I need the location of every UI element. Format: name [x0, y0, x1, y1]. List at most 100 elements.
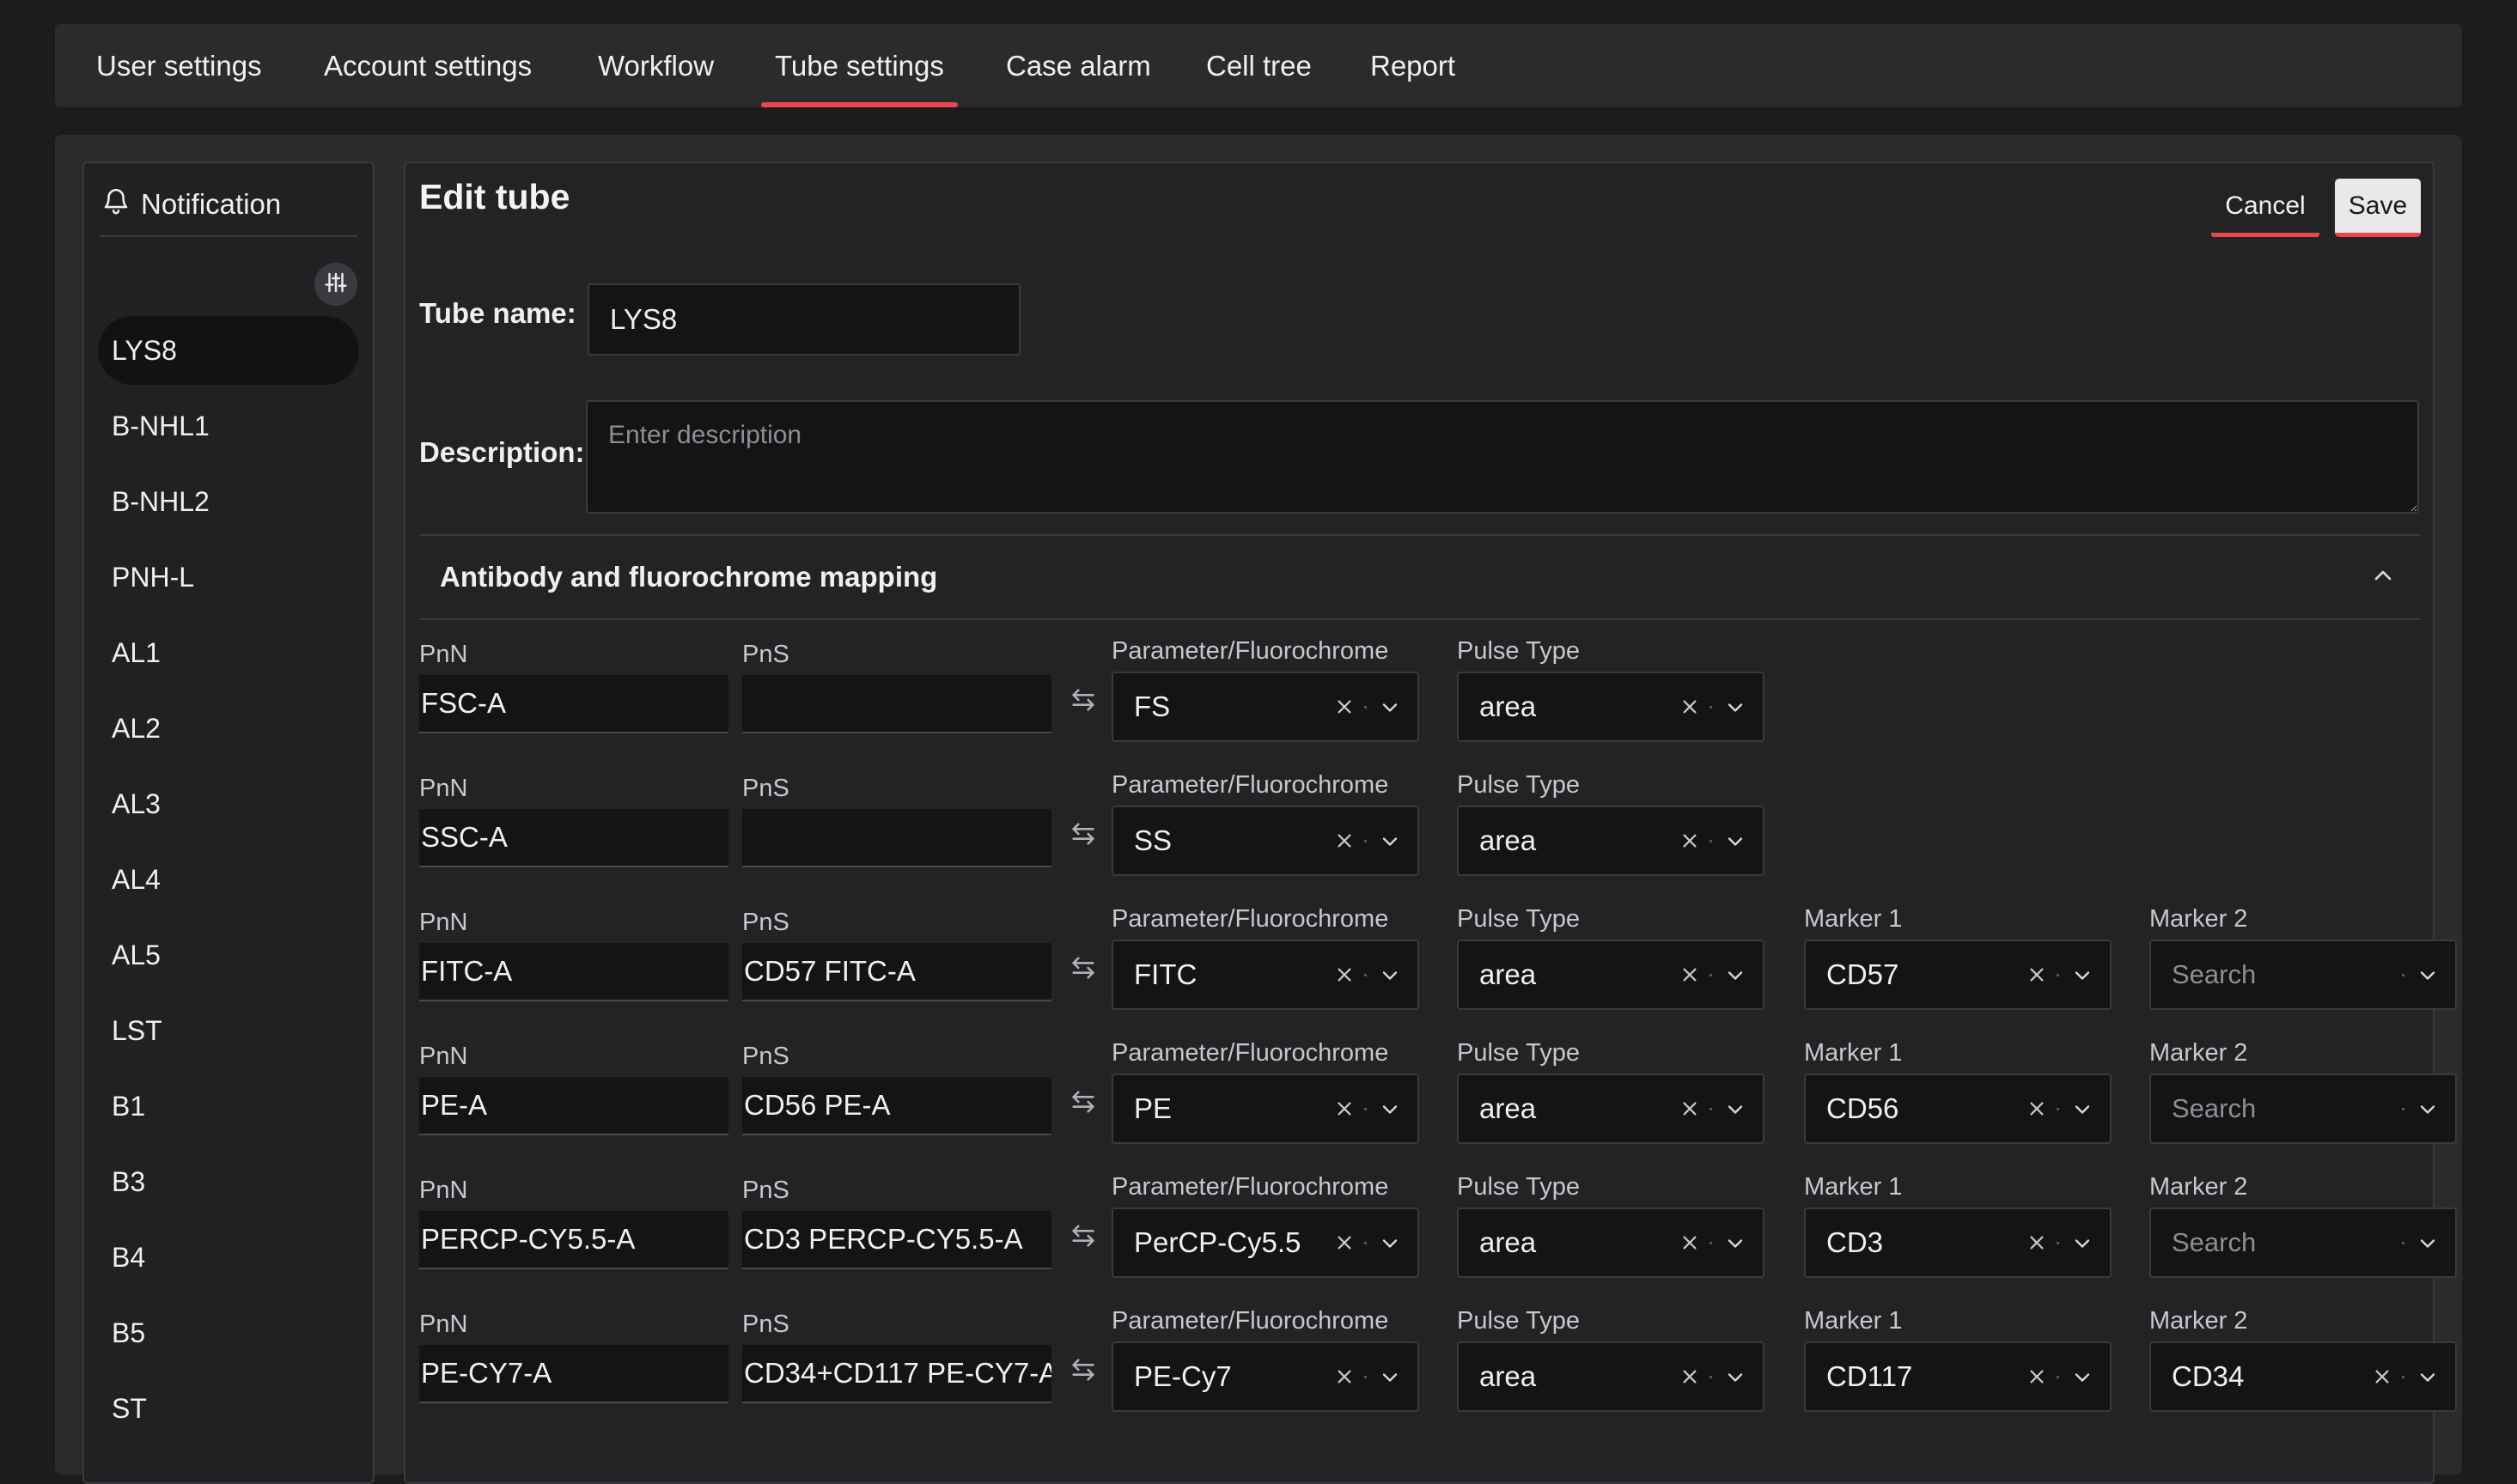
pns-input[interactable]: CD3 PERCP-CY5.5-A — [742, 1211, 1051, 1269]
parameter-label: Parameter/Fluorochrome — [1112, 637, 1389, 665]
marker2-select[interactable]: CD34 — [2149, 1341, 2457, 1412]
select-separator — [1709, 1108, 1712, 1110]
pulse-type-label: Pulse Type — [1457, 1039, 1580, 1067]
tube-item[interactable]: B3 — [98, 1147, 359, 1216]
cancel-button[interactable]: Cancel — [2211, 179, 2319, 237]
tube-item[interactable]: B1 — [98, 1072, 359, 1140]
description-input[interactable] — [586, 400, 2419, 514]
marker1-select[interactable]: CD57 — [1804, 940, 2112, 1010]
pulse-type-value: area — [1479, 1360, 1537, 1392]
marker2-label: Marker 2 — [2149, 1307, 2248, 1335]
tube-item[interactable]: ST — [98, 1374, 359, 1443]
marker1-label: Marker 1 — [1804, 1039, 1903, 1067]
parameter-select[interactable]: SS — [1112, 806, 1419, 876]
tube-item[interactable]: AL1 — [98, 618, 359, 687]
tube-item[interactable]: B-NHL1 — [98, 392, 359, 460]
tube-item[interactable]: LYS8 — [98, 316, 359, 385]
tube-item[interactable]: AL5 — [98, 921, 359, 989]
sliders-icon — [323, 270, 349, 300]
pnn-input[interactable]: FITC-A — [419, 943, 728, 1001]
parameter-select[interactable]: PerCP-Cy5.5 — [1112, 1207, 1419, 1278]
pnn-input[interactable]: PE-CY7-A — [419, 1345, 728, 1403]
tube-item[interactable]: B-NHL2 — [98, 467, 359, 536]
pnn-label: PnN — [419, 1311, 468, 1338]
pns-label: PnS — [742, 1311, 789, 1338]
pulse-type-value: area — [1479, 824, 1537, 856]
tab-account-settings[interactable]: Account settings — [324, 24, 532, 107]
pulse-type-label: Pulse Type — [1457, 1307, 1580, 1335]
marker2-select[interactable]: Search — [2149, 940, 2457, 1010]
marker1-label: Marker 1 — [1804, 1173, 1903, 1201]
notification-button[interactable]: Notification — [101, 184, 281, 225]
tube-name-label: Tube name: — [419, 297, 576, 329]
tube-item[interactable]: B5 — [98, 1298, 359, 1367]
parameter-value: PE-Cy7 — [1134, 1360, 1232, 1392]
pulse-type-select[interactable]: area — [1457, 940, 1764, 1010]
parameter-select[interactable]: FS — [1112, 672, 1419, 742]
tube-item[interactable]: AL4 — [98, 845, 359, 914]
marker1-value: CD117 — [1826, 1360, 1913, 1392]
parameter-value: FITC — [1134, 958, 1198, 990]
pnn-label: PnN — [419, 1177, 468, 1204]
pulse-type-select[interactable]: area — [1457, 1341, 1764, 1412]
parameter-label: Parameter/Fluorochrome — [1112, 1307, 1389, 1335]
tab-user-settings[interactable]: User settings — [96, 24, 262, 107]
pulse-type-label: Pulse Type — [1457, 1173, 1580, 1201]
top-nav: User settings Account settings Workflow … — [55, 24, 2462, 107]
parameter-select[interactable]: PE-Cy7 — [1112, 1341, 1419, 1412]
pulse-type-select[interactable]: area — [1457, 806, 1764, 876]
marker1-label: Marker 1 — [1804, 905, 1903, 933]
parameter-select[interactable]: FITC — [1112, 940, 1419, 1010]
parameter-label: Parameter/Fluorochrome — [1112, 771, 1389, 799]
bell-icon — [101, 186, 131, 222]
pns-input[interactable] — [742, 809, 1051, 867]
pulse-type-value: area — [1479, 1092, 1537, 1124]
select-separator — [2057, 1242, 2059, 1244]
save-button[interactable]: Save — [2335, 179, 2421, 237]
tube-item[interactable]: B4 — [98, 1223, 359, 1292]
pns-label: PnS — [742, 1177, 789, 1204]
pulse-type-select[interactable]: area — [1457, 672, 1764, 742]
pns-input[interactable] — [742, 675, 1051, 733]
parameter-value: SS — [1134, 824, 1173, 856]
description-label: Description: — [419, 436, 585, 468]
tube-item[interactable]: AL3 — [98, 769, 359, 838]
marker1-select[interactable]: CD3 — [1804, 1207, 2112, 1278]
filter-button[interactable] — [314, 263, 357, 306]
select-separator — [2402, 974, 2404, 976]
tab-cell-tree[interactable]: Cell tree — [1206, 24, 1312, 107]
select-separator — [2057, 1108, 2059, 1110]
parameter-label: Parameter/Fluorochrome — [1112, 905, 1389, 933]
parameter-select[interactable]: PE — [1112, 1073, 1419, 1144]
pns-label: PnS — [742, 641, 789, 668]
pns-input[interactable]: CD57 FITC-A — [742, 943, 1051, 1001]
marker1-label: Marker 1 — [1804, 1307, 1903, 1335]
pns-input[interactable]: CD34+CD117 PE-CY7-A — [742, 1345, 1051, 1403]
tube-item[interactable]: LST — [98, 996, 359, 1065]
pulse-type-select[interactable]: area — [1457, 1073, 1764, 1144]
tube-item[interactable]: AL2 — [98, 694, 359, 763]
tube-name-input[interactable] — [588, 283, 1021, 356]
marker1-select[interactable]: CD56 — [1804, 1073, 2112, 1144]
pnn-input[interactable]: PERCP-CY5.5-A — [419, 1211, 728, 1269]
tab-report[interactable]: Report — [1370, 24, 1455, 107]
marker2-select[interactable]: Search — [2149, 1073, 2457, 1144]
pnn-input[interactable]: FSC-A — [419, 675, 728, 733]
select-separator — [1364, 1242, 1367, 1244]
parameter-value: FS — [1134, 690, 1171, 722]
marker2-select[interactable]: Search — [2149, 1207, 2457, 1278]
tab-tube-settings[interactable]: Tube settings — [761, 24, 958, 107]
pns-input[interactable]: CD56 PE-A — [742, 1077, 1051, 1135]
select-separator — [1709, 1242, 1712, 1244]
pnn-input[interactable]: SSC-A — [419, 809, 728, 867]
pnn-input[interactable]: PE-A — [419, 1077, 728, 1135]
marker1-value: CD3 — [1826, 1226, 1884, 1258]
tube-item[interactable]: PNH-L — [98, 543, 359, 611]
select-separator — [2057, 1376, 2059, 1378]
pulse-type-select[interactable]: area — [1457, 1207, 1764, 1278]
tab-case-alarm[interactable]: Case alarm — [1006, 24, 1151, 107]
select-separator — [2402, 1376, 2404, 1378]
tab-workflow[interactable]: Workflow — [598, 24, 714, 107]
marker1-select[interactable]: CD117 — [1804, 1341, 2112, 1412]
mapping-section-header[interactable]: Antibody and fluorochrome mapping — [419, 534, 2421, 620]
